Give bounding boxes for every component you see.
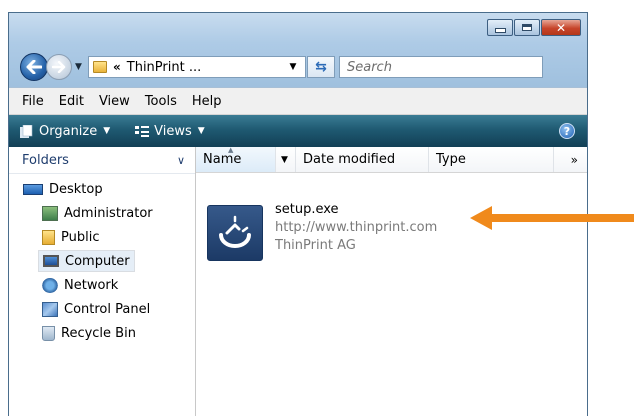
tree-item-administrator[interactable]: Administrator: [42, 202, 153, 224]
organize-dropdown-icon: ▼: [103, 126, 111, 136]
file-company: ThinPrint AG: [275, 238, 356, 253]
tree-item-label: Computer: [65, 253, 130, 269]
tree-item-label: Desktop: [49, 181, 103, 197]
views-icon: [135, 125, 150, 137]
column-headers: ▲ Name ▼ Date modified Type »: [196, 146, 587, 173]
title-bar: ✕ ▼ « ThinPrint ... ▼ ⇆ Search: [9, 13, 587, 87]
column-type-label: Type: [436, 152, 466, 167]
menu-bar: File Edit View Tools Help: [9, 87, 587, 115]
column-date-modified[interactable]: Date modified: [296, 147, 429, 172]
maximize-button[interactable]: [514, 19, 540, 36]
folders-header[interactable]: Folders ∨: [9, 147, 195, 174]
forward-arrow-icon: [52, 61, 66, 73]
tree-item-label: Public: [61, 229, 100, 245]
file-name: setup.exe: [275, 202, 339, 217]
close-button[interactable]: ✕: [541, 19, 581, 36]
column-date-label: Date modified: [303, 152, 396, 167]
sort-ascending-icon: ▲: [228, 146, 234, 154]
minimize-icon: [494, 28, 506, 33]
more-columns-button[interactable]: »: [554, 147, 587, 172]
address-dropdown-icon[interactable]: ▼: [287, 62, 299, 72]
minimize-button[interactable]: [487, 19, 513, 36]
organize-label: Organize: [39, 123, 98, 139]
menu-help[interactable]: Help: [192, 94, 222, 109]
organize-button[interactable]: Organize ▼: [20, 124, 110, 139]
views-button[interactable]: Views ▼: [135, 124, 205, 139]
window-controls: ✕: [486, 19, 581, 36]
search-input[interactable]: Search: [339, 56, 543, 78]
file-item-setup[interactable]: [207, 205, 263, 261]
folders-label: Folders: [22, 152, 69, 168]
chevron-down-icon: ▼: [281, 154, 288, 165]
menu-edit[interactable]: Edit: [59, 94, 84, 109]
command-bar: Organize ▼ Views ▼ ?: [9, 115, 587, 147]
tree-item-public[interactable]: Public: [42, 226, 99, 248]
folder-icon: [42, 229, 55, 245]
menu-file[interactable]: File: [22, 94, 44, 109]
tree-item-recycle-bin[interactable]: Recycle Bin: [42, 322, 136, 344]
tree-item-computer[interactable]: Computer: [38, 250, 135, 272]
tree-item-desktop[interactable]: Desktop: [23, 178, 103, 200]
file-url: http://www.thinprint.com: [275, 220, 438, 235]
back-button[interactable]: [20, 53, 48, 81]
address-bar[interactable]: « ThinPrint ... ▼: [88, 56, 306, 78]
user-folder-icon: [42, 205, 58, 221]
views-label: Views: [154, 123, 192, 139]
refresh-icon: ⇆: [315, 59, 327, 75]
file-item-details[interactable]: setup.exe http://www.thinprint.com ThinP…: [275, 201, 437, 255]
callout-arrow-icon: [470, 206, 634, 230]
navigation-row: ▼ « ThinPrint ... ▼ ⇆ Search: [9, 53, 587, 83]
menu-view[interactable]: View: [99, 94, 130, 109]
network-icon: [42, 277, 58, 293]
back-arrow-icon: [26, 60, 42, 74]
maximize-icon: [522, 24, 532, 31]
refresh-button[interactable]: ⇆: [307, 56, 335, 78]
column-type[interactable]: Type: [429, 147, 554, 172]
views-dropdown-icon: ▼: [197, 126, 205, 136]
organize-icon: [20, 124, 33, 138]
file-list: ▲ Name ▼ Date modified Type » setup.exe …: [196, 146, 587, 416]
desktop-icon: [23, 183, 43, 195]
control-panel-icon: [42, 301, 58, 317]
folder-icon: [93, 61, 107, 73]
address-overflow-chevron[interactable]: «: [113, 60, 121, 74]
tree-item-label: Control Panel: [64, 301, 151, 317]
tree-item-label: Recycle Bin: [61, 325, 136, 341]
column-name-dropdown[interactable]: ▼: [276, 147, 296, 172]
recent-pages-dropdown[interactable]: ▼: [75, 62, 82, 72]
navigation-pane: Folders ∨ Desktop Administrator Public C…: [9, 147, 196, 416]
recycle-bin-icon: [42, 325, 55, 341]
forward-button[interactable]: [46, 54, 72, 80]
tree-item-network[interactable]: Network: [42, 274, 118, 296]
help-icon[interactable]: ?: [559, 123, 575, 139]
tree-item-label: Network: [64, 277, 119, 293]
column-name-label: Name: [203, 152, 242, 167]
thinprint-app-icon: [207, 205, 263, 261]
chevron-down-icon: ∨: [176, 153, 185, 167]
close-icon: ✕: [555, 20, 567, 35]
menu-tools[interactable]: Tools: [145, 94, 177, 109]
column-name[interactable]: ▲ Name: [196, 146, 276, 172]
tree-item-label: Administrator: [64, 205, 153, 221]
address-path[interactable]: ThinPrint ...: [127, 60, 287, 75]
computer-icon: [43, 255, 59, 267]
setup-logo-icon: [219, 215, 251, 248]
tree-item-control-panel[interactable]: Control Panel: [42, 298, 150, 320]
